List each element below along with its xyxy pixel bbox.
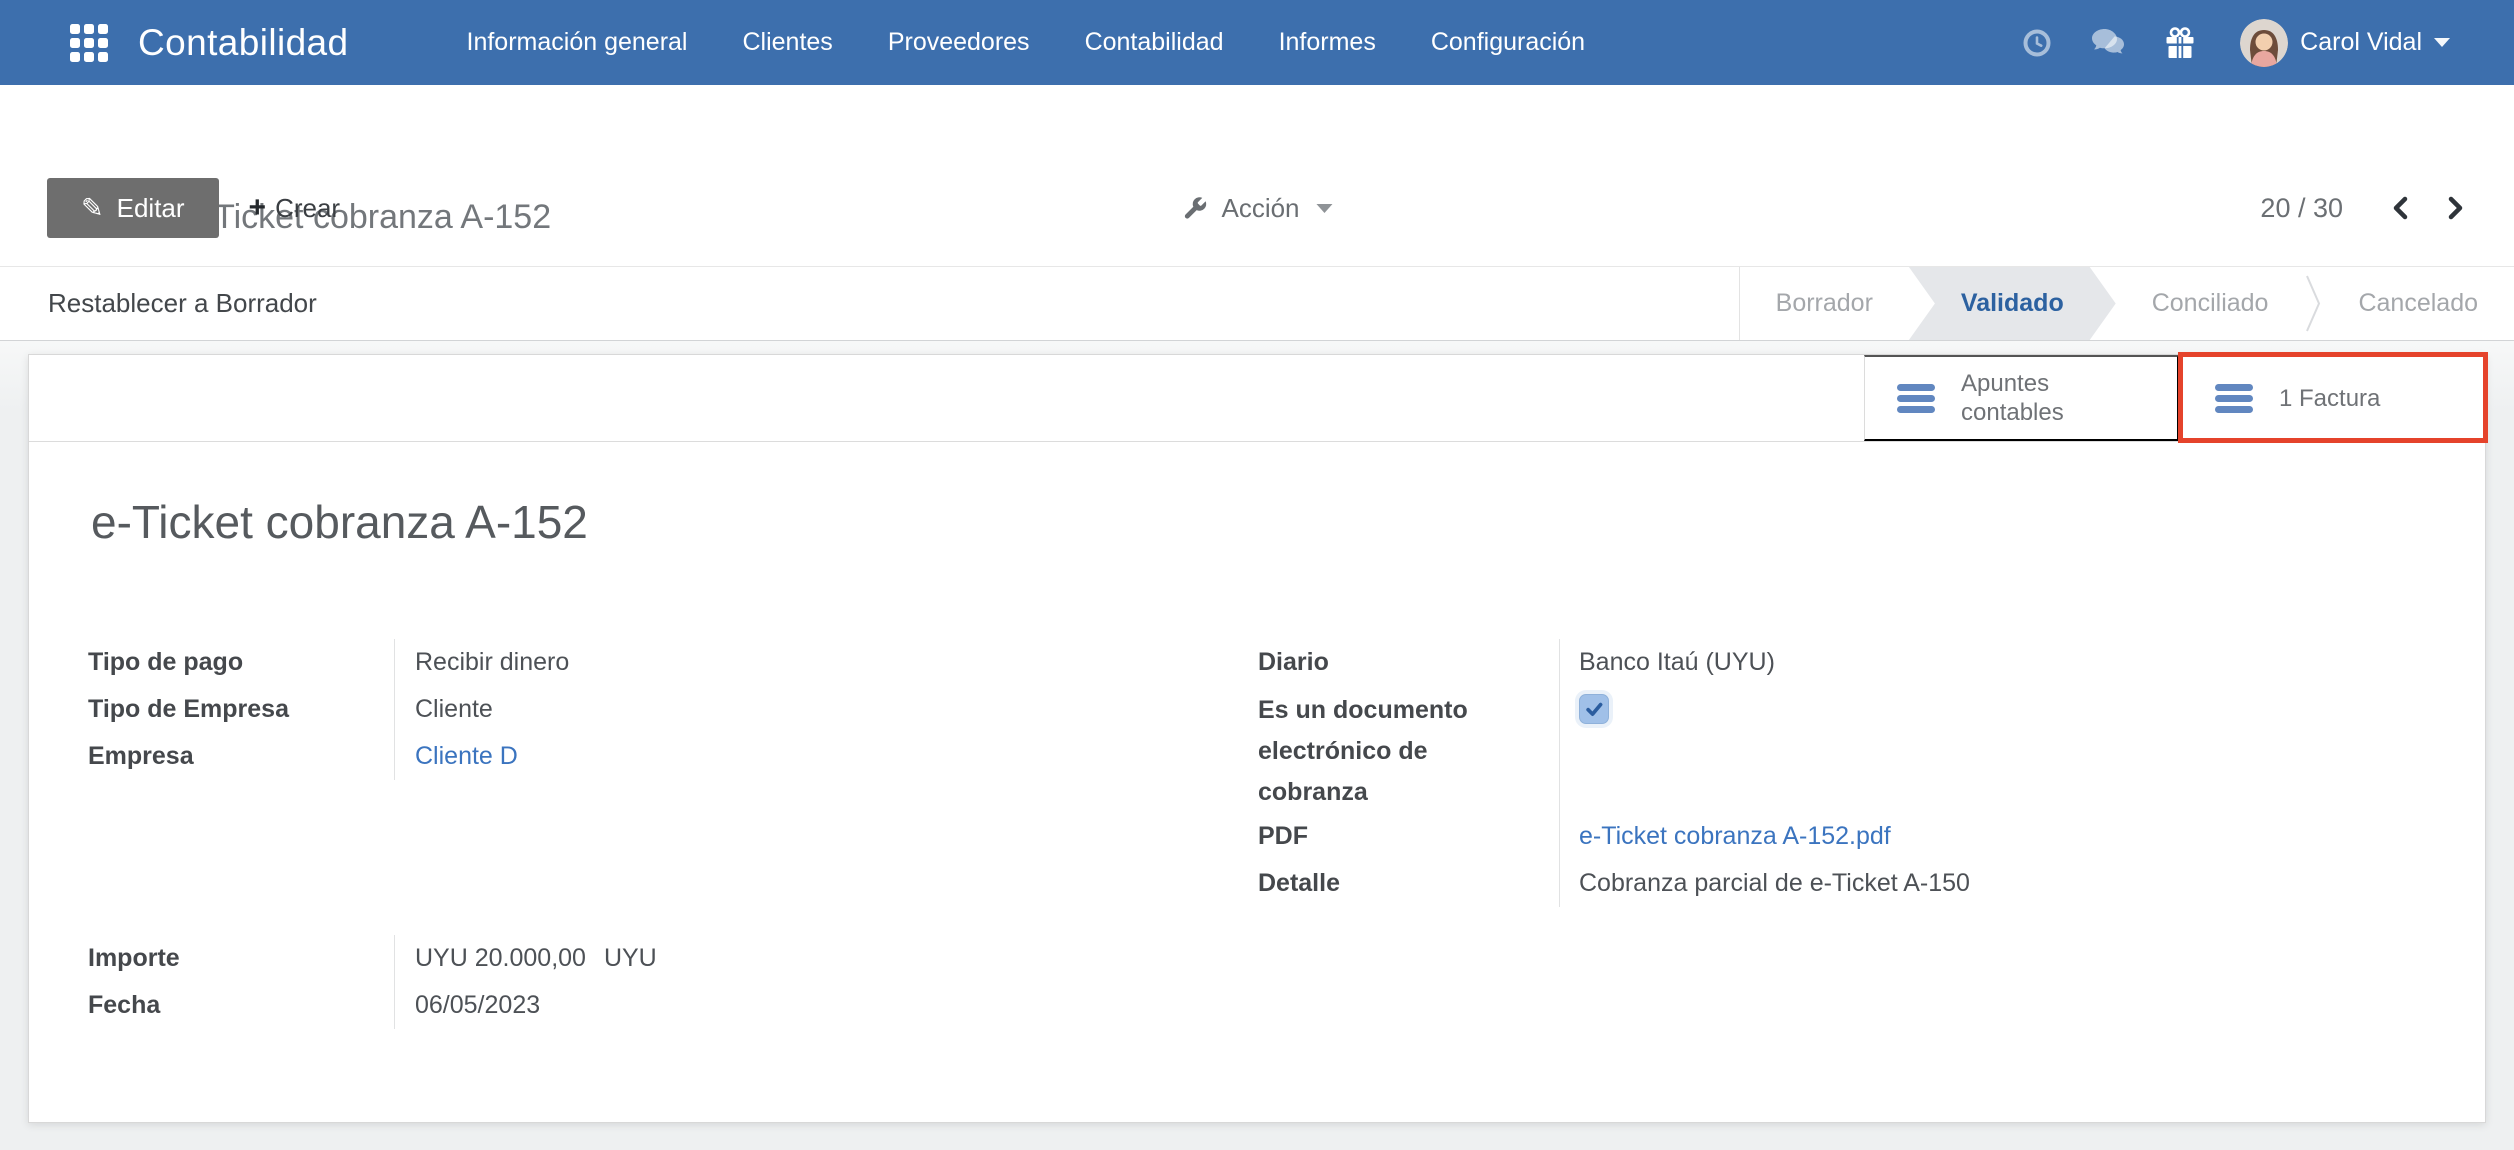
journal-entries-stat-button[interactable]: Apuntes contables	[1864, 355, 2179, 441]
wrench-icon	[1181, 195, 1208, 222]
menu-item-contabilidad[interactable]: Contabilidad	[1085, 28, 1224, 57]
field-label: Importe	[88, 935, 394, 982]
status-separator-icon	[2304, 267, 2322, 340]
form-sheet: Apuntes contables 1 Factura e-Ticket cob…	[28, 354, 2486, 1123]
list-bars-icon	[2215, 384, 2253, 413]
gift-icon[interactable]	[2164, 26, 2196, 60]
pager: 20 / 30	[2260, 178, 2467, 238]
user-name: Carol Vidal	[2300, 28, 2422, 57]
systray: Carol Vidal	[2022, 19, 2450, 67]
electronic-doc-checkbox[interactable]	[1579, 694, 1609, 724]
field-value: 06/05/2023	[394, 982, 988, 1029]
odoo-app-window: Contabilidad Información general Cliente…	[0, 0, 2514, 1150]
user-menu[interactable]: Carol Vidal	[2240, 19, 2450, 67]
field-label: Empresa	[88, 733, 394, 780]
main-menu: Información general Clientes Proveedores…	[467, 28, 1586, 57]
pager-previous-button[interactable]	[2389, 195, 2413, 221]
apps-menu-button[interactable]	[70, 24, 108, 62]
field-value: Cliente	[394, 686, 988, 733]
pager-value[interactable]: 20 / 30	[2260, 193, 2343, 224]
field-label: Detalle	[1258, 860, 1559, 907]
field-label: Diario	[1258, 639, 1559, 686]
status-step-cancelado[interactable]: Cancelado	[2322, 267, 2514, 340]
field-value: Cobranza parcial de e-Ticket A-150	[1559, 860, 2258, 907]
reset-to-draft-button[interactable]: Restablecer a Borrador	[48, 267, 317, 340]
pencil-icon: ✎	[81, 195, 104, 222]
top-navbar: Contabilidad Información general Cliente…	[0, 0, 2514, 85]
menu-item-informacion-general[interactable]: Información general	[467, 28, 688, 57]
partner-link[interactable]: Cliente D	[415, 742, 518, 770]
field-label: Fecha	[88, 982, 394, 1029]
list-bars-icon	[1897, 384, 1935, 413]
avatar	[2240, 19, 2288, 67]
field-group-right: Diario Banco Itaú (UYU) Es un documento …	[1258, 639, 2258, 907]
page-title: e-Ticket cobranza A-152	[91, 489, 588, 555]
chevron-down-icon	[1317, 204, 1333, 213]
field-label: PDF	[1258, 813, 1559, 860]
edit-button[interactable]: ✎ Editar	[47, 178, 219, 238]
field-group-left: Tipo de pago Recibir dinero Tipo de Empr…	[88, 639, 988, 780]
field-value: Cliente D	[394, 733, 988, 780]
field-row-fecha: Fecha 06/05/2023	[88, 982, 988, 1029]
main-content: Apuntes contables 1 Factura e-Ticket cob…	[0, 341, 2514, 1150]
messages-chat-icon[interactable]	[2090, 27, 2128, 59]
field-value: Banco Itaú (UYU)	[1559, 639, 2258, 686]
field-value: Recibir dinero	[394, 639, 988, 686]
field-row-diario: Diario Banco Itaú (UYU)	[1258, 639, 2258, 686]
field-row-pdf: PDF e-Ticket cobranza A-152.pdf	[1258, 813, 2258, 860]
menu-item-configuracion[interactable]: Configuración	[1431, 28, 1585, 57]
status-step-conciliado[interactable]: Conciliado	[2116, 267, 2305, 340]
field-label: Tipo de pago	[88, 639, 394, 686]
currency-suffix: UYU	[604, 944, 657, 972]
field-row-importe: Importe UYU 20.000,00 UYU	[88, 935, 988, 982]
stat-button-box: Apuntes contables 1 Factura	[29, 355, 2485, 442]
status-step-validado[interactable]: Validado	[1909, 267, 2116, 340]
menu-item-proveedores[interactable]: Proveedores	[888, 28, 1030, 57]
activities-clock-icon[interactable]	[2022, 28, 2052, 58]
menu-item-clientes[interactable]: Clientes	[742, 28, 832, 57]
control-panel: Pagos/e-Ticket cobranza A-152 ✎ Editar +…	[0, 85, 2514, 266]
field-row-tipo-de-empresa: Tipo de Empresa Cliente	[88, 686, 988, 733]
menu-item-informes[interactable]: Informes	[1279, 28, 1376, 57]
field-row-documento-electronico: Es un documento electrónico de cobranza	[1258, 686, 2258, 813]
action-dropdown-button[interactable]: Acción	[1181, 178, 1332, 238]
status-step-borrador[interactable]: Borrador	[1740, 267, 1909, 340]
control-panel-buttons: ✎ Editar + Crear	[47, 178, 340, 238]
plus-icon: +	[249, 193, 267, 223]
status-pipeline: Borrador Validado Conciliado Cancelado	[1739, 267, 2514, 340]
app-name: Contabilidad	[138, 22, 349, 64]
pdf-file-link[interactable]: e-Ticket cobranza A-152.pdf	[1579, 822, 1891, 850]
field-value: e-Ticket cobranza A-152.pdf	[1559, 813, 2258, 860]
invoice-stat-button[interactable]: 1 Factura	[2179, 355, 2485, 441]
field-row-tipo-de-pago: Tipo de pago Recibir dinero	[88, 639, 988, 686]
field-value	[1559, 686, 2258, 813]
field-row-detalle: Detalle Cobranza parcial de e-Ticket A-1…	[1258, 860, 2258, 907]
create-button[interactable]: + Crear	[249, 193, 341, 224]
chevron-down-icon	[2434, 38, 2450, 47]
field-label: Tipo de Empresa	[88, 686, 394, 733]
amount-value: UYU 20.000,00	[415, 944, 586, 972]
statusbar: Restablecer a Borrador Borrador Validado…	[0, 266, 2514, 341]
pager-next-button[interactable]	[2443, 195, 2467, 221]
field-label: Es un documento electrónico de cobranza	[1258, 686, 1559, 813]
field-group-amount: Importe UYU 20.000,00 UYU Fecha 06/05/202…	[88, 935, 988, 1029]
check-icon	[1583, 698, 1605, 720]
field-value: UYU 20.000,00 UYU	[394, 935, 988, 982]
apps-grid-icon	[70, 24, 108, 62]
field-row-empresa: Empresa Cliente D	[88, 733, 988, 780]
